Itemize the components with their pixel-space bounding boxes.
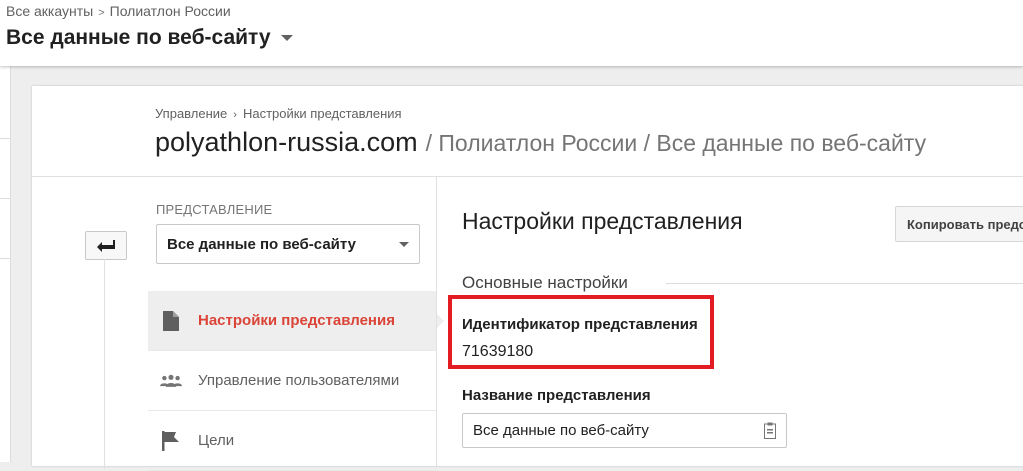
content-divider <box>436 176 437 466</box>
breadcrumb-all-accounts[interactable]: Все аккаунты <box>6 3 93 19</box>
users-icon <box>160 370 182 392</box>
view-selector[interactable]: Все данные по веб-сайту <box>6 26 293 50</box>
account-breadcrumb: Все аккаунты > Полиатлон России <box>6 3 231 19</box>
section-divider <box>666 283 1023 284</box>
view-name-value: Все данные по веб-сайту <box>473 422 649 439</box>
view-id-label: Идентификатор представления <box>462 316 698 333</box>
nav-item-view-settings[interactable]: Настройки представления <box>148 291 444 351</box>
copy-view-button[interactable]: Копировать представление <box>895 206 1023 242</box>
flag-icon <box>160 430 182 452</box>
section-heading: Основные настройки <box>462 273 628 292</box>
nav-item-label: Цели <box>198 432 235 449</box>
nav-item-goals[interactable]: Цели <box>148 411 436 471</box>
admin-header: Управление › Настройки представления polya… <box>32 86 1023 177</box>
chevron-down-icon <box>399 241 409 247</box>
back-arrow-icon <box>97 239 115 252</box>
breadcrumb-account[interactable]: Полиатлон России <box>110 3 231 19</box>
breadcrumb-view-settings: Настройки представления <box>242 106 402 121</box>
admin-nav: Настройки представления Управление польз… <box>148 291 444 471</box>
view-dropdown[interactable]: Все данные по веб-сайту <box>156 224 420 264</box>
top-bar: Все аккаунты > Полиатлон России Все данные… <box>0 0 1023 66</box>
view-id-value: 71639180 <box>462 343 534 360</box>
admin-panel: Управление › Настройки представления polya… <box>32 86 1023 471</box>
breadcrumb-admin[interactable]: Управление <box>155 106 227 121</box>
nav-item-label: Управление пользователями <box>198 372 400 389</box>
settings-title: Настройки представления <box>462 208 743 234</box>
nav-item-label: Настройки представления <box>198 312 395 329</box>
breadcrumb-separator: > <box>98 7 105 19</box>
clipboard-icon <box>764 422 776 439</box>
view-section-label: ПРЕДСТАВЛЕНИЕ <box>156 202 273 217</box>
view-selector-label: Все данные по веб-сайту <box>6 26 271 49</box>
active-indicator <box>436 312 444 329</box>
property-domain: polyathlon-russia.com <box>155 127 418 157</box>
chevron-down-icon <box>280 35 293 42</box>
nav-connector-line <box>104 259 105 469</box>
left-rail <box>0 66 11 462</box>
view-dropdown-value: Все данные по веб-сайту <box>167 235 356 253</box>
account-view-path: / Полиатлон России / Все данные по веб-с… <box>425 130 927 156</box>
admin-breadcrumb: Управление › Настройки представления <box>155 106 402 121</box>
nav-item-user-management[interactable]: Управление пользователями <box>148 351 436 411</box>
page-title: polyathlon-russia.com / Полиатлон России … <box>155 127 926 158</box>
document-icon <box>160 310 182 332</box>
view-name-label: Название представления <box>462 387 651 404</box>
back-button[interactable] <box>85 231 127 260</box>
view-name-field[interactable]: Все данные по веб-сайту <box>462 413 787 448</box>
breadcrumb-separator: › <box>233 109 237 121</box>
